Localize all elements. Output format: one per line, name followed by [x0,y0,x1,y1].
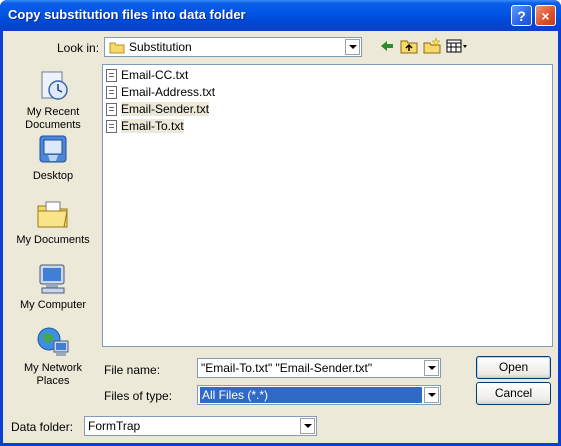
list-item[interactable]: Email-Sender.txt [106,101,210,117]
title-bar[interactable]: Copy substitution files into data folder… [0,0,561,31]
places-my-computer[interactable]: My Computer [8,262,98,312]
view-menu-icon [446,39,467,53]
recent-documents-icon [36,69,70,103]
file-name: Email-Sender.txt [121,102,210,116]
look-in-label: Look in: [57,41,100,55]
file-name: Email-To.txt [121,119,184,133]
list-item[interactable]: Email-Address.txt [106,84,215,100]
data-folder-value: FormTrap [88,419,141,433]
text-file-icon [106,119,117,133]
places-label: My Documents [16,234,90,246]
back-arrow-icon [381,41,393,51]
text-file-icon [106,68,117,82]
places-my-recent-documents[interactable]: My Recent Documents [8,69,98,132]
places-label: Desktop [32,170,74,182]
chevron-down-icon[interactable] [424,360,439,376]
cancel-button[interactable]: Cancel [476,382,551,405]
data-folder-select[interactable]: FormTrap [84,416,317,436]
close-button[interactable]: × [535,5,556,26]
folder-icon [109,42,125,54]
list-item[interactable]: Email-To.txt [106,118,184,134]
chevron-down-icon[interactable] [300,418,315,434]
places-label: My Recent Documents [25,106,81,131]
places-label: My Network Places [23,362,83,387]
view-menu-button[interactable] [445,37,469,55]
help-icon: ? [517,7,526,24]
chevron-down-icon[interactable] [345,39,360,55]
back-button[interactable] [377,37,397,55]
file-name-input[interactable]: "Email-To.txt" "Email-Sender.txt" [197,358,441,378]
places-my-network-places[interactable]: My Network Places [8,325,98,388]
look-in-combo[interactable]: Substitution [104,37,362,57]
file-name: Email-CC.txt [121,68,189,82]
dialog-title: Copy substitution files into data folder [8,7,246,22]
text-file-icon [106,102,117,116]
new-folder-button[interactable] [422,37,442,55]
places-desktop[interactable]: Desktop [8,133,98,183]
network-places-icon [36,325,70,359]
file-list[interactable]: Email-CC.txt Email-Address.txt Email-Sen… [102,64,553,347]
my-computer-icon [36,262,70,296]
close-icon: × [541,7,550,24]
help-button[interactable]: ? [511,5,532,26]
up-folder-icon [400,40,418,54]
file-name: Email-Address.txt [121,85,216,99]
file-name-label: File name: [104,363,161,377]
my-documents-icon [36,197,70,231]
file-name-value: "Email-To.txt" "Email-Sender.txt" [201,361,373,375]
dialog-body: Look in: Substitution My Recent Document… [3,31,558,443]
data-folder-label: Data folder: [11,420,74,434]
file-type-label: Files of type: [104,389,173,403]
text-file-icon [106,85,117,99]
chevron-down-icon[interactable] [424,387,439,403]
desktop-icon [36,133,70,167]
list-item[interactable]: Email-CC.txt [106,67,188,83]
new-folder-icon [423,38,441,54]
dialog-window: Copy substitution files into data folder… [0,0,561,446]
up-folder-button[interactable] [399,37,419,55]
places-my-documents[interactable]: My Documents [8,197,98,247]
open-button[interactable]: Open [476,356,551,379]
look-in-value: Substitution [129,40,192,54]
file-type-value: All Files (*.*) [199,386,423,404]
places-label: My Computer [19,299,87,311]
file-type-select[interactable]: All Files (*.*) [197,385,441,405]
